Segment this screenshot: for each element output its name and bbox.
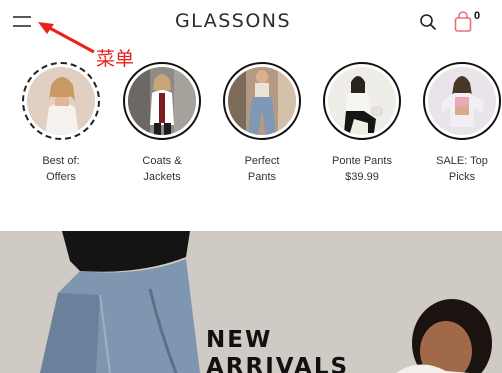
shopping-bag-button[interactable] [453, 11, 473, 33]
story-label: SALE: Top Picks [436, 155, 488, 183]
story-image [428, 67, 496, 135]
story-image [128, 67, 196, 135]
story-coats-jackets[interactable]: Coats & Jackets [112, 62, 212, 185]
story-best-of-offers[interactable]: Best of: Offers [11, 62, 111, 185]
shopping-bag-icon [454, 11, 472, 32]
story-ring [223, 62, 301, 140]
category-stories: Best of: Offers Coats & Jackets Perfect … [0, 62, 502, 192]
story-ring [423, 62, 501, 140]
story-ponte-pants[interactable]: Ponte Pants $39.99 [312, 62, 412, 185]
annotation-arrow-icon [38, 22, 95, 54]
story-label: Best of: Offers [42, 155, 80, 183]
story-image [228, 67, 296, 135]
cart-count-badge: 0 [474, 10, 481, 22]
story-image [328, 67, 396, 135]
story-label: Perfect Pants [244, 155, 280, 183]
story-image [27, 67, 95, 135]
story-ring [22, 62, 100, 140]
search-button[interactable] [419, 13, 437, 31]
search-icon [420, 14, 436, 30]
story-label: Coats & Jackets [142, 155, 182, 183]
story-ring [323, 62, 401, 140]
hero-title: NEW ARRIVALS [206, 327, 350, 373]
story-ring [123, 62, 201, 140]
hero-banner[interactable]: NEW ARRIVALS [0, 231, 502, 373]
story-perfect-pants[interactable]: Perfect Pants [212, 62, 312, 185]
story-sale-top-picks[interactable]: SALE: Top Picks [412, 62, 502, 185]
story-label: Ponte Pants $39.99 [332, 155, 392, 183]
